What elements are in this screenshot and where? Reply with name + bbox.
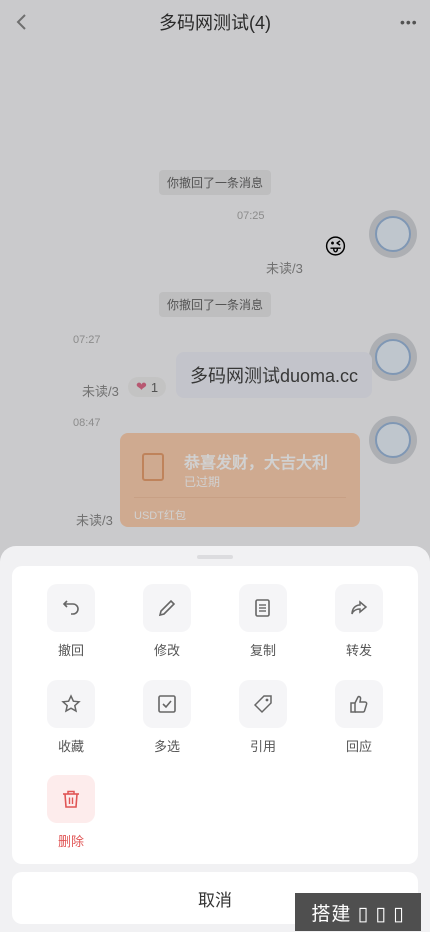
action-label: 撤回 — [57, 643, 84, 658]
delete-action-button[interactable]: 删除 — [41, 775, 101, 855]
sheet-handle[interactable] — [197, 555, 233, 559]
action-label: 收藏 — [57, 739, 84, 754]
react-action-button[interactable]: 回应 — [329, 680, 389, 760]
undo-action-button[interactable]: 撤回 — [41, 584, 101, 664]
multi-select-action-button[interactable]: 多选 — [137, 680, 197, 760]
thumbs-up-icon — [350, 695, 368, 713]
watermark-badge: 搭建 ▯ ▯ ▯ — [295, 893, 421, 931]
action-label: 转发 — [345, 643, 372, 658]
favorite-action-button[interactable]: 收藏 — [41, 680, 101, 760]
action-label: 回应 — [345, 739, 372, 754]
quote-action-button[interactable]: 引用 — [233, 680, 293, 760]
copy-icon — [255, 599, 270, 617]
undo-icon — [62, 600, 79, 615]
tag-icon — [253, 695, 272, 714]
action-sheet: 撤回 修改 复制 转发 收藏 多选 引用 回应 删除 取消 — [0, 546, 430, 932]
copy-action-button[interactable]: 复制 — [233, 584, 293, 664]
forward-icon — [351, 600, 368, 615]
action-panel: 撤回 修改 复制 转发 收藏 多选 引用 回应 删除 — [12, 566, 418, 864]
action-label: 复制 — [249, 643, 276, 658]
star-icon — [61, 694, 81, 713]
trash-icon — [63, 790, 79, 808]
action-label: 引用 — [249, 739, 276, 754]
pencil-icon — [158, 599, 176, 617]
checkbox-icon — [158, 695, 176, 713]
forward-action-button[interactable]: 转发 — [329, 584, 389, 664]
action-label: 修改 — [153, 643, 180, 658]
edit-action-button[interactable]: 修改 — [137, 584, 197, 664]
action-label: 删除 — [57, 834, 84, 849]
action-label: 多选 — [153, 739, 180, 754]
